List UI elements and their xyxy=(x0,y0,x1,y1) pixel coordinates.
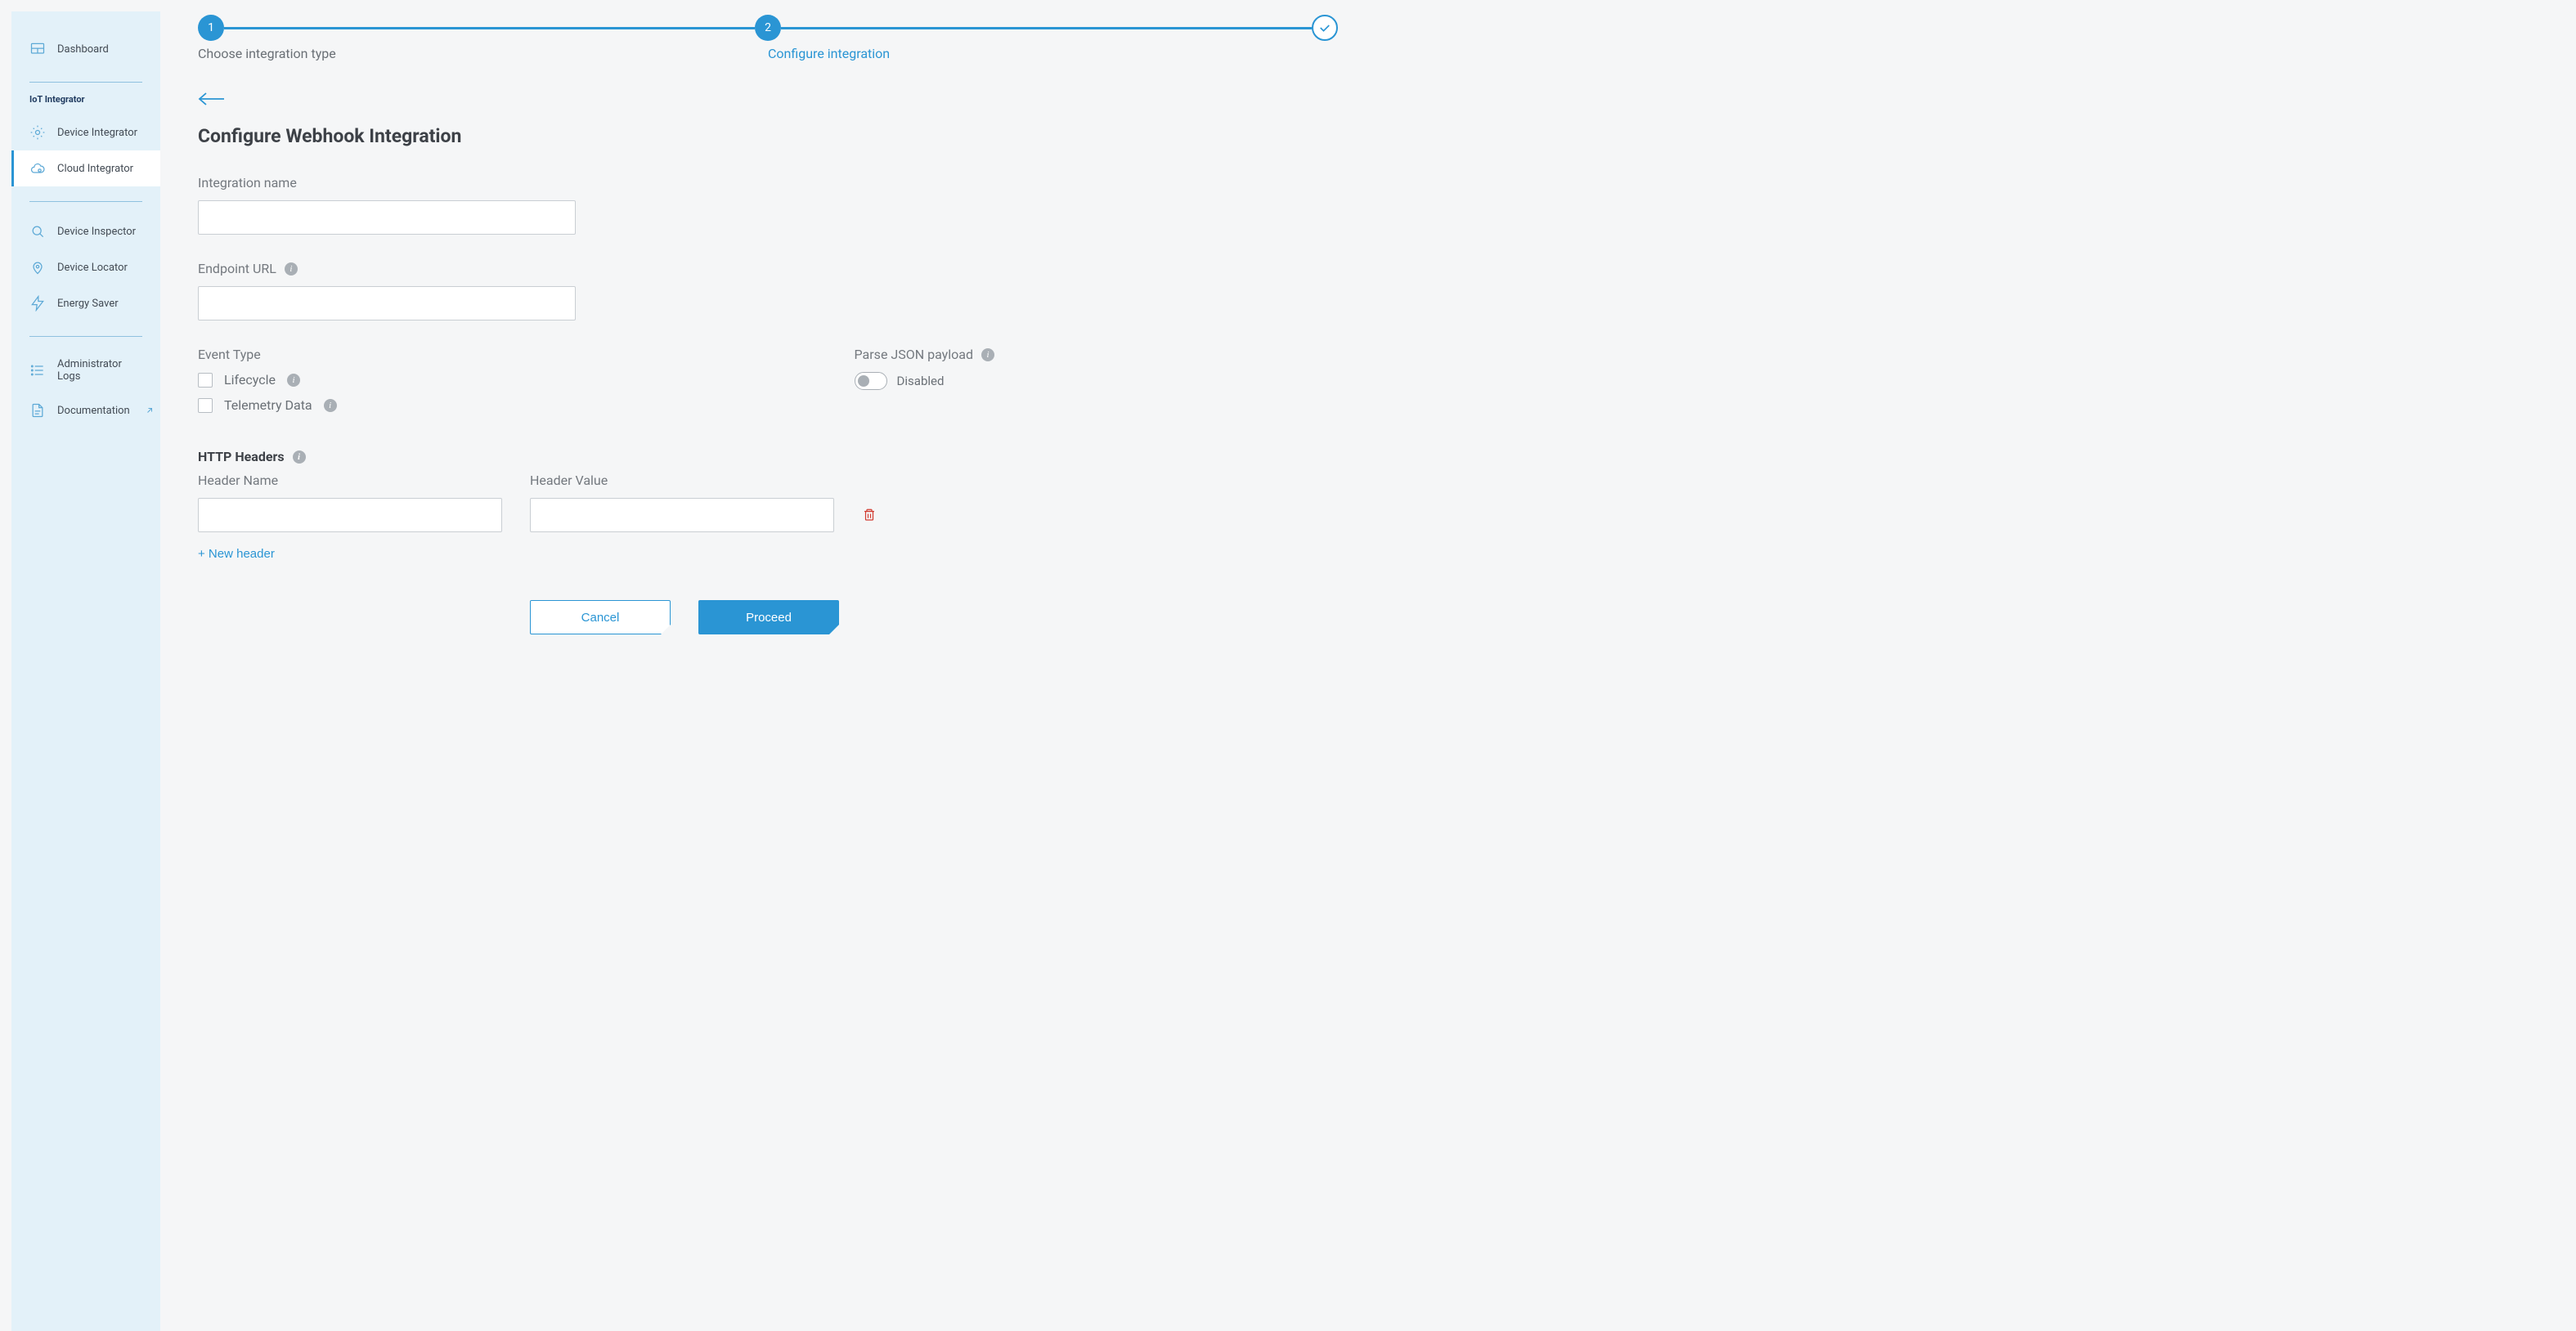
cloud-integrator-icon xyxy=(29,160,46,177)
sidebar-item-admin-logs[interactable]: Administrator Logs xyxy=(11,348,160,392)
lightning-icon xyxy=(29,295,46,311)
external-link-icon xyxy=(145,406,155,415)
info-icon[interactable]: i xyxy=(324,399,337,412)
endpoint-url-label: Endpoint URL i xyxy=(198,261,1338,276)
header-value-col-label: Header Value xyxy=(530,473,834,488)
main-content: 1 2 Choose integration type Configure in… xyxy=(160,0,1371,1331)
toggle-knob xyxy=(858,375,869,387)
sidebar-item-device-locator[interactable]: Device Locator xyxy=(11,249,160,285)
info-icon[interactable]: i xyxy=(285,262,298,276)
header-name-input[interactable] xyxy=(198,498,502,532)
page-title: Configure Webhook Integration xyxy=(198,125,1338,147)
sidebar-item-dashboard[interactable]: Dashboard xyxy=(11,31,160,67)
sidebar-divider xyxy=(29,201,142,202)
sidebar-item-label: Device Integrator xyxy=(57,127,137,139)
sidebar: Dashboard IoT Integrator Device Integrat… xyxy=(11,11,160,1331)
sidebar-item-label: Device Inspector xyxy=(57,226,136,238)
sidebar-item-device-inspector[interactable]: Device Inspector xyxy=(11,213,160,249)
step-label-2: Configure integration xyxy=(768,46,1338,61)
integration-name-label: Integration name xyxy=(198,175,1338,190)
checkbox-label: Telemetry Data xyxy=(224,397,312,413)
http-headers-section: HTTP Headers i Header Name Header Value … xyxy=(198,449,1338,561)
parse-json-label: Parse JSON payload i xyxy=(855,347,994,362)
checkbox-box[interactable] xyxy=(198,373,213,388)
check-icon xyxy=(1317,20,1332,35)
step-node-2[interactable]: 2 xyxy=(755,15,781,41)
cancel-button[interactable]: Cancel xyxy=(530,600,671,634)
header-name-col-label: Header Name xyxy=(198,473,502,488)
info-icon[interactable]: i xyxy=(287,374,300,387)
checkbox-label: Lifecycle xyxy=(224,372,276,388)
sidebar-item-energy-saver[interactable]: Energy Saver xyxy=(11,285,160,321)
step-node-1[interactable]: 1 xyxy=(198,15,224,41)
checkbox-telemetry[interactable]: Telemetry Data i xyxy=(198,397,337,413)
sidebar-item-label: Documentation xyxy=(57,405,130,417)
list-icon xyxy=(29,362,46,379)
stepper: 1 2 xyxy=(198,15,1338,41)
integration-name-input[interactable] xyxy=(198,200,576,235)
checkbox-box[interactable] xyxy=(198,398,213,413)
sidebar-item-label: Device Locator xyxy=(57,262,128,274)
magnifier-icon xyxy=(29,223,46,240)
step-line xyxy=(781,27,1312,29)
event-type-section: Event Type Lifecycle i Telemetry Data i xyxy=(198,347,337,423)
step-node-finish xyxy=(1312,15,1338,41)
step-labels: Choose integration type Configure integr… xyxy=(198,46,1338,61)
trash-icon[interactable] xyxy=(862,507,877,523)
endpoint-url-input[interactable] xyxy=(198,286,576,320)
toggle-state-label: Disabled xyxy=(897,374,945,388)
event-type-label: Event Type xyxy=(198,347,337,362)
device-integrator-icon xyxy=(29,124,46,141)
sidebar-item-device-integrator[interactable]: Device Integrator xyxy=(11,114,160,150)
checkbox-lifecycle[interactable]: Lifecycle i xyxy=(198,372,337,388)
proceed-button[interactable]: Proceed xyxy=(698,600,839,634)
new-header-button[interactable]: + New header xyxy=(198,547,275,561)
sidebar-divider xyxy=(29,336,142,337)
info-icon[interactable]: i xyxy=(981,348,994,361)
sidebar-item-documentation[interactable]: Documentation xyxy=(11,392,160,428)
dashboard-icon xyxy=(29,41,46,57)
sidebar-item-label: Dashboard xyxy=(57,43,109,56)
header-row xyxy=(198,498,1338,532)
back-arrow[interactable] xyxy=(198,89,226,109)
parse-json-toggle[interactable] xyxy=(855,372,887,390)
parse-json-section: Parse JSON payload i Disabled xyxy=(855,347,1338,423)
sidebar-item-cloud-integrator[interactable]: Cloud Integrator xyxy=(11,150,160,186)
info-icon[interactable]: i xyxy=(293,450,306,464)
sidebar-item-label: Cloud Integrator xyxy=(57,163,133,175)
sidebar-section-title: IoT Integrator xyxy=(11,94,160,114)
step-line xyxy=(224,27,755,29)
sidebar-item-label: Administrator Logs xyxy=(57,358,142,383)
location-pin-icon xyxy=(29,259,46,276)
document-icon xyxy=(29,402,46,419)
header-value-input[interactable] xyxy=(530,498,834,532)
http-headers-title: HTTP Headers i xyxy=(198,449,1338,464)
sidebar-divider xyxy=(29,82,142,83)
step-label-1: Choose integration type xyxy=(198,46,768,61)
action-buttons: Cancel Proceed xyxy=(530,600,1338,634)
field-endpoint-url: Endpoint URL i xyxy=(198,261,1338,320)
field-integration-name: Integration name xyxy=(198,175,1338,235)
sidebar-item-label: Energy Saver xyxy=(57,298,119,310)
